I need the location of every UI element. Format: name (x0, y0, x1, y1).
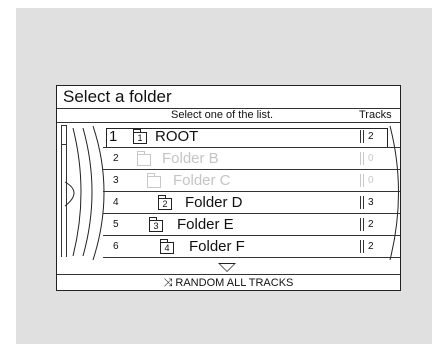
track-count: 2 (368, 241, 374, 252)
shuffle-icon: ⤨ (163, 277, 173, 289)
screen-subtitle: Select one of the list. (171, 109, 274, 121)
track-count-marker (360, 174, 364, 187)
track-count-marker (360, 196, 364, 209)
screen-title: Select a folder (63, 87, 172, 106)
track-count: 2 (368, 131, 374, 142)
folder-row[interactable]: 5 3 Folder E 2 (57, 214, 400, 236)
folder-icon: 2 (158, 195, 172, 210)
folder-name: Folder D (185, 194, 243, 211)
track-count: 2 (368, 219, 374, 230)
folder-icon (147, 173, 161, 188)
track-count-marker (360, 218, 364, 231)
scroll-down-arrow-icon[interactable] (218, 263, 236, 272)
track-count-marker (360, 240, 364, 253)
folder-name: Folder B (162, 150, 219, 167)
folder-row-number: 5 (113, 219, 119, 230)
folder-row-number: 6 (113, 241, 119, 252)
track-count: 3 (368, 197, 374, 208)
row-divider (103, 257, 400, 258)
folder-name: Folder C (173, 172, 231, 189)
folder-icon: 1 (133, 129, 147, 144)
folder-name: ROOT (155, 128, 199, 145)
folder-row[interactable]: 4 2 Folder D 3 (57, 192, 400, 214)
track-count: 0 (368, 175, 374, 186)
folder-row-number: 1 (109, 128, 118, 145)
tracks-column-header: Tracks (359, 109, 392, 121)
folder-icon: 4 (160, 239, 174, 254)
folder-row: 3 Folder C 0 (57, 170, 400, 192)
folder-row-number: 2 (113, 153, 119, 164)
folder-select-screen: Select a folder Select one of the list. … (56, 85, 401, 291)
folder-row: 2 Folder B 0 (57, 148, 400, 170)
folder-row[interactable]: 1 1 ROOT 2 (57, 126, 400, 148)
folder-row[interactable]: 6 4 Folder F 2 (57, 236, 400, 258)
track-count-marker (360, 130, 364, 143)
folder-name: Folder F (189, 238, 245, 255)
track-count: 0 (368, 153, 374, 164)
track-count-marker (360, 152, 364, 165)
random-all-tracks-label: RANDOM ALL TRACKS (175, 277, 294, 289)
folder-row-number: 4 (113, 197, 119, 208)
folder-row-number: 3 (113, 175, 119, 186)
folder-icon: 3 (149, 217, 163, 232)
folder-icon (137, 151, 151, 166)
folder-name: Folder E (177, 216, 234, 233)
random-all-tracks-button[interactable]: ⤨ RANDOM ALL TRACKS (57, 275, 400, 290)
